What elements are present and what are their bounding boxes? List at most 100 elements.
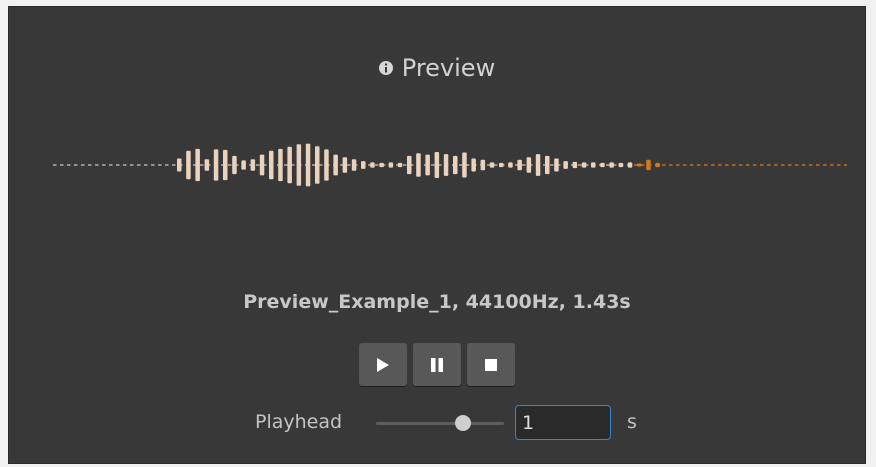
waveform-bar [508, 162, 513, 168]
clip-info-label: Preview_Example_1, 44100Hz, 1.43s [243, 291, 631, 313]
waveform-bar [333, 154, 338, 176]
baseline-dot [347, 164, 351, 166]
baseline-dot [67, 164, 71, 166]
waveform-bar [591, 162, 596, 168]
baseline-dot [774, 164, 778, 166]
waveform-bar [471, 158, 476, 172]
playhead-label: Playhead [255, 411, 343, 433]
play-button[interactable] [359, 343, 407, 386]
baseline-dot [550, 164, 554, 166]
waveform-bar [407, 155, 412, 175]
baseline-dot [172, 164, 176, 166]
baseline-dot [669, 164, 673, 166]
waveform-bar [563, 161, 568, 169]
stop-button[interactable] [467, 343, 515, 386]
baseline-dot [578, 164, 582, 166]
baseline-dot [494, 164, 498, 166]
waveform-bar [195, 148, 200, 182]
waveform-bar [278, 148, 283, 182]
waveform-bar [241, 160, 246, 170]
baseline-dot [760, 164, 764, 166]
baseline-dot [130, 164, 134, 166]
pause-button[interactable] [413, 343, 461, 386]
waveform-bar [213, 149, 219, 181]
baseline-dot [823, 164, 827, 166]
baseline-dot [725, 164, 729, 166]
preview-header: Preview [9, 54, 865, 82]
preview-title: Preview [401, 54, 496, 82]
waveform-bar [416, 153, 421, 177]
baseline-dot [767, 164, 771, 166]
baseline-dot [375, 164, 379, 166]
waveform-bar [489, 162, 495, 168]
waveform-bar [259, 154, 265, 176]
audio-preview-panel: Preview Preview_Example_1, 44100Hz, 1.43… [8, 6, 866, 464]
baseline-dot [228, 164, 232, 166]
baseline-dot [74, 164, 78, 166]
baseline-dot [634, 164, 638, 166]
waveform-bar [361, 161, 366, 169]
baseline-dot [802, 164, 806, 166]
slider-track[interactable] [376, 422, 504, 425]
waveform-bar [388, 162, 394, 168]
stop-icon [485, 358, 497, 371]
waveform-bar [618, 162, 624, 168]
waveform-bar [351, 159, 357, 171]
baseline-dot [137, 164, 141, 166]
waveform-bar [186, 150, 191, 180]
baseline-dot [123, 164, 127, 166]
baseline-dot [718, 164, 722, 166]
baseline-dot [606, 164, 610, 166]
baseline-dot [53, 164, 57, 166]
slider-thumb[interactable] [455, 415, 472, 431]
baseline-dot [781, 164, 785, 166]
waveform-bar [609, 162, 614, 168]
baseline-dot [746, 164, 750, 166]
playhead-slider[interactable] [376, 413, 504, 433]
waveform-bar [462, 152, 467, 178]
baseline-dot [690, 164, 694, 166]
waveform-bar [305, 143, 311, 187]
baseline-dot [144, 164, 148, 166]
baseline-dot [151, 164, 155, 166]
baseline-dot [102, 164, 106, 166]
pause-icon [431, 357, 443, 372]
baseline-dot [109, 164, 113, 166]
baseline-dot [312, 164, 316, 166]
waveform-bar [600, 162, 605, 168]
baseline-dot [116, 164, 120, 166]
baseline-dot [753, 164, 757, 166]
baseline-dot [459, 164, 463, 166]
waveform-bar [646, 159, 651, 171]
waveform-bar [572, 161, 578, 169]
waveform-bar [655, 162, 660, 168]
waveform-bar [627, 162, 633, 168]
waveform-bar [324, 149, 329, 181]
waveform-bar [370, 162, 375, 168]
baseline-dot [830, 164, 834, 166]
baseline-dot [165, 164, 169, 166]
baseline-dot [81, 164, 85, 166]
waveform-bar [177, 158, 182, 172]
waveform-bar [535, 154, 541, 176]
waveform-bar [434, 152, 440, 178]
waveform-bar [499, 162, 504, 168]
waveform-bar [269, 150, 274, 180]
waveform-bar [581, 162, 587, 168]
baseline-dot [403, 164, 407, 166]
baseline-dot [795, 164, 799, 166]
playhead-row: Playhead s [255, 405, 675, 441]
waveform-bar [453, 155, 458, 175]
info-icon [378, 61, 393, 75]
baseline-dot [284, 164, 288, 166]
waveform-display[interactable] [51, 135, 847, 195]
waveform-bar [223, 149, 228, 181]
waveform-bar [287, 146, 292, 184]
baseline-dot [319, 164, 323, 166]
waveform-bar [480, 159, 486, 171]
waveform-bar [296, 144, 302, 186]
baseline-dot [158, 164, 162, 166]
baseline-dot [200, 164, 204, 166]
playhead-value-field[interactable] [515, 405, 611, 440]
waveform-bar [315, 146, 320, 184]
